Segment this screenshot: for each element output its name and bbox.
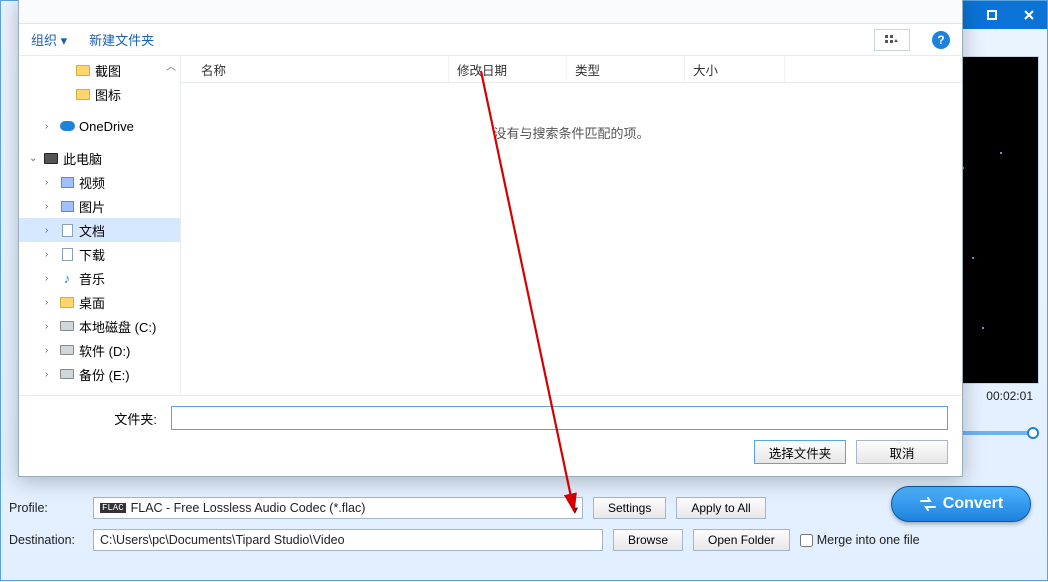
tree-twisty-icon[interactable]: ›: [45, 321, 55, 332]
view-options-button[interactable]: [874, 29, 910, 51]
tree-item-备份 (E:)[interactable]: › 备份 (E:): [19, 362, 180, 386]
tree-item-音乐[interactable]: › ♪音乐: [19, 266, 180, 290]
tree-twisty-icon[interactable]: ›: [45, 121, 55, 132]
tree-item-label: 桌面: [79, 293, 105, 312]
tree-item-label: 本地磁盘 (C:): [79, 317, 156, 336]
tree-item-label: 此电脑: [63, 149, 102, 168]
tree-item-图标[interactable]: 图标: [19, 82, 180, 106]
tree-item-文档[interactable]: › 文档: [19, 218, 180, 242]
tree-item-label: 备份 (E:): [79, 365, 130, 384]
tree-item-label: 视频: [79, 173, 105, 192]
cancel-button[interactable]: 取消: [856, 440, 948, 464]
tree-twisty-icon[interactable]: ⌄: [29, 153, 39, 164]
tree-drive-icon: [59, 342, 75, 358]
tree-item-label: 文档: [79, 221, 105, 240]
tree-item-视频[interactable]: › 视频: [19, 170, 180, 194]
tree-media-icon: [59, 198, 75, 214]
tree-twisty-icon[interactable]: ›: [45, 201, 55, 212]
tree-folder-icon: [75, 86, 91, 102]
profile-combo[interactable]: FLAC FLAC - Free Lossless Audio Codec (*…: [93, 497, 583, 519]
tree-doc-icon: [59, 222, 75, 238]
col-date[interactable]: 修改日期: [449, 56, 567, 82]
profile-label: Profile:: [9, 501, 83, 515]
maximize-button[interactable]: [974, 1, 1011, 29]
folder-picker-dialog: 组织 ▾ 新建文件夹 ? ︿ 截图图标 › OneDrive ⌄ 此电脑 › 视频 › 图片 › 文…: [18, 0, 963, 477]
column-headers: 名称 修改日期 类型 大小: [181, 56, 962, 83]
col-name[interactable]: 名称: [181, 56, 449, 82]
tree-pc-icon: [43, 150, 59, 166]
tree-item-网络[interactable]: ›网络: [19, 394, 180, 395]
tree-folder-icon: [59, 294, 75, 310]
organize-menu[interactable]: 组织 ▾: [31, 30, 67, 49]
tree-item-本地磁盘 (C:)[interactable]: › 本地磁盘 (C:): [19, 314, 180, 338]
tree-item-label: 图片: [79, 197, 105, 216]
col-size[interactable]: 大小: [685, 56, 785, 82]
merge-checkbox[interactable]: [800, 534, 813, 547]
view-icon: [884, 34, 900, 46]
merge-label: Merge into one file: [817, 533, 920, 547]
new-folder-button[interactable]: 新建文件夹: [89, 30, 154, 49]
col-type[interactable]: 类型: [567, 56, 685, 82]
destination-label: Destination:: [9, 533, 83, 547]
tree-item-label: 截图: [95, 61, 121, 80]
tree-item-OneDrive[interactable]: › OneDrive: [19, 114, 180, 138]
tree-folder-icon: [75, 62, 91, 78]
empty-message: 没有与搜索条件匹配的项。: [181, 83, 962, 395]
tree-twisty-icon[interactable]: ›: [45, 273, 55, 284]
browse-button[interactable]: Browse: [613, 529, 683, 551]
help-icon[interactable]: ?: [932, 31, 950, 49]
preview-duration: 00:02:01: [986, 389, 1033, 403]
merge-checkbox-wrap[interactable]: Merge into one file: [800, 533, 920, 547]
folder-name-input[interactable]: [171, 406, 948, 430]
tree-cloud-icon: [59, 118, 75, 134]
dialog-address-bar[interactable]: [19, 0, 962, 24]
tree-item-label: 音乐: [79, 269, 105, 288]
profile-value: FLAC - Free Lossless Audio Codec (*.flac…: [131, 501, 366, 515]
tree-twisty-icon[interactable]: ›: [45, 249, 55, 260]
app-window: 00:02:01 Convert Profile: FLAC FLAC - Fr…: [0, 0, 1048, 581]
timeline-knob[interactable]: [1027, 427, 1039, 439]
profile-format-badge: FLAC: [100, 503, 126, 513]
settings-button[interactable]: Settings: [593, 497, 666, 519]
dialog-toolbar: 组织 ▾ 新建文件夹 ?: [19, 24, 962, 56]
folder-tree[interactable]: ︿ 截图图标 › OneDrive ⌄ 此电脑 › 视频 › 图片 › 文档 › 下载 › ♪音乐 › 桌面 › 本…: [19, 56, 181, 395]
tree-drive-icon: [59, 318, 75, 334]
tree-item-下载[interactable]: › 下载: [19, 242, 180, 266]
tree-item-软件 (D:)[interactable]: › 软件 (D:): [19, 338, 180, 362]
tree-item-图片[interactable]: › 图片: [19, 194, 180, 218]
file-listing: 名称 修改日期 类型 大小 没有与搜索条件匹配的项。: [181, 56, 962, 395]
tree-item-截图[interactable]: 截图: [19, 58, 180, 82]
bottom-bar: Profile: FLAC FLAC - Free Lossless Audio…: [9, 497, 1039, 562]
tree-item-label: 下载: [79, 245, 105, 264]
combo-dropdown-icon: ▾: [572, 502, 578, 517]
tree-item-label: OneDrive: [79, 119, 134, 134]
folder-name-label: 文件夹:: [33, 409, 163, 428]
tree-music-icon: ♪: [59, 270, 75, 286]
tree-item-此电脑[interactable]: ⌄ 此电脑: [19, 146, 180, 170]
tree-item-label: 软件 (D:): [79, 341, 130, 360]
tree-twisty-icon[interactable]: ›: [45, 177, 55, 188]
destination-path-text: C:\Users\pc\Documents\Tipard Studio\Vide…: [100, 533, 345, 547]
tree-drive-icon: [59, 366, 75, 382]
tree-twisty-icon[interactable]: ›: [45, 345, 55, 356]
dialog-footer: 文件夹: 选择文件夹 取消: [19, 395, 962, 476]
tree-item-label: 图标: [95, 85, 121, 104]
tree-twisty-icon[interactable]: ›: [45, 369, 55, 380]
tree-media-icon: [59, 174, 75, 190]
tree-twisty-icon[interactable]: ›: [45, 297, 55, 308]
tree-twisty-icon[interactable]: ›: [45, 225, 55, 236]
close-button[interactable]: [1010, 1, 1047, 29]
tree-scroll-up-icon[interactable]: ︿: [166, 58, 178, 73]
tree-dl-icon: [59, 246, 75, 262]
apply-to-all-button[interactable]: Apply to All: [676, 497, 765, 519]
destination-path[interactable]: C:\Users\pc\Documents\Tipard Studio\Vide…: [93, 529, 603, 551]
open-folder-button[interactable]: Open Folder: [693, 529, 790, 551]
select-folder-button[interactable]: 选择文件夹: [754, 440, 846, 464]
tree-item-桌面[interactable]: › 桌面: [19, 290, 180, 314]
